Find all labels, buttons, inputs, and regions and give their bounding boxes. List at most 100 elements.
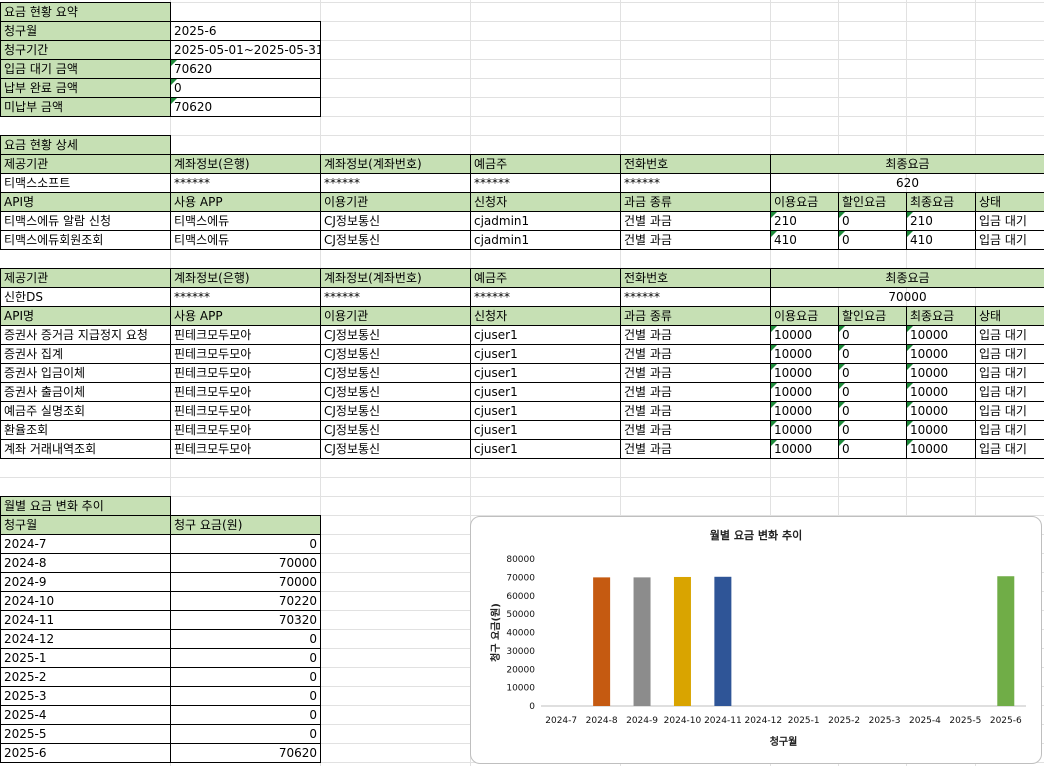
api-cell[interactable]: 10000 [770,401,839,421]
summary-title[interactable]: 요금 현황 요약 [0,2,171,22]
api-cell[interactable]: 10000 [770,344,839,364]
api-cell[interactable]: 10000 [906,401,976,421]
provider-header[interactable]: 계좌정보(은행) [170,154,321,174]
monthly-month[interactable]: 2025-2 [0,667,171,687]
api-cell[interactable]: 입금 대기 [975,325,1044,345]
api-cell[interactable]: 0 [838,211,907,231]
provider-header[interactable]: 예금주 [470,268,621,288]
api-header[interactable]: 이용기관 [320,192,471,212]
api-cell[interactable]: 예금주 실명조회 [0,401,171,421]
monthly-fee[interactable]: 70220 [170,591,321,611]
api-cell[interactable]: 증권사 입금이체 [0,363,171,383]
provider-header[interactable]: 계좌정보(계좌번호) [320,268,471,288]
api-cell[interactable]: 건별 과금 [620,363,771,383]
monthly-month[interactable]: 2024-8 [0,553,171,573]
summary-value[interactable]: 2025-05-01~2025-05-31 [170,40,321,60]
provider-header[interactable]: 예금주 [470,154,621,174]
provider-phone[interactable]: ****** [620,173,771,193]
api-cell[interactable]: 0 [838,401,907,421]
api-cell[interactable]: CJ정보통신 [320,439,471,459]
api-cell[interactable]: 건별 과금 [620,420,771,440]
api-cell[interactable]: 건별 과금 [620,382,771,402]
api-cell[interactable]: cjadmin1 [470,211,621,231]
api-cell[interactable]: cjuser1 [470,420,621,440]
api-cell[interactable]: 입금 대기 [975,363,1044,383]
api-cell[interactable]: 10000 [906,344,976,364]
monthly-fee[interactable]: 70320 [170,610,321,630]
api-cell[interactable]: 증권사 증거금 지급정지 요청 [0,325,171,345]
monthly-month[interactable]: 2024-9 [0,572,171,592]
provider-phone[interactable]: ****** [620,287,771,307]
api-cell[interactable]: 10000 [906,439,976,459]
summary-value[interactable]: 70620 [170,97,321,117]
provider-holder[interactable]: ****** [470,287,621,307]
api-cell[interactable]: 입금 대기 [975,439,1044,459]
api-header[interactable]: 할인요금 [838,306,907,326]
api-cell[interactable]: cjuser1 [470,401,621,421]
api-header[interactable]: 이용요금 [770,306,839,326]
monthly-month[interactable]: 2025-4 [0,705,171,725]
api-cell[interactable]: 입금 대기 [975,401,1044,421]
api-header[interactable]: 이용기관 [320,306,471,326]
api-cell[interactable]: CJ정보통신 [320,363,471,383]
summary-label[interactable]: 청구월 [0,21,171,41]
api-header[interactable]: 과금 종류 [620,192,771,212]
api-cell[interactable]: CJ정보통신 [320,382,471,402]
api-cell[interactable]: 티맥스에듀회원조회 [0,230,171,250]
api-cell[interactable]: CJ정보통신 [320,325,471,345]
monthly-fee[interactable]: 0 [170,686,321,706]
api-header[interactable]: 신청자 [470,306,621,326]
api-cell[interactable]: 티맥스에듀 [170,211,321,231]
api-cell[interactable]: 핀테크모두모아 [170,382,321,402]
summary-label[interactable]: 청구기간 [0,40,171,60]
api-header[interactable]: 최종요금 [906,192,976,212]
provider-name[interactable]: 신한DS [0,287,171,307]
summary-value[interactable]: 70620 [170,59,321,79]
api-cell[interactable]: CJ정보통신 [320,230,471,250]
api-cell[interactable]: 입금 대기 [975,382,1044,402]
api-cell[interactable]: 0 [838,230,907,250]
api-cell[interactable]: 건별 과금 [620,439,771,459]
api-cell[interactable]: CJ정보통신 [320,420,471,440]
api-header[interactable]: 이용요금 [770,192,839,212]
api-cell[interactable]: 10000 [906,382,976,402]
monthly-month[interactable]: 2025-6 [0,743,171,763]
api-cell[interactable]: 핀테크모두모아 [170,401,321,421]
api-header[interactable]: 상태 [975,192,1044,212]
api-cell[interactable]: 10000 [770,363,839,383]
provider-total[interactable]: 70000 [770,287,1044,307]
api-header[interactable]: 최종요금 [906,306,976,326]
provider-header[interactable]: 제공기관 [0,154,171,174]
provider-account[interactable]: ****** [320,287,471,307]
provider-name[interactable]: 티맥스소프트 [0,173,171,193]
api-cell[interactable]: 210 [770,211,839,231]
monthly-month[interactable]: 2025-5 [0,724,171,744]
monthly-month[interactable]: 2024-11 [0,610,171,630]
api-cell[interactable]: 핀테크모두모아 [170,420,321,440]
monthly-fee[interactable]: 0 [170,705,321,725]
api-cell[interactable]: 0 [838,344,907,364]
api-cell[interactable]: cjuser1 [470,439,621,459]
summary-value[interactable]: 0 [170,78,321,98]
api-cell[interactable]: 환율조회 [0,420,171,440]
api-cell[interactable]: 410 [770,230,839,250]
monthly-month[interactable]: 2025-3 [0,686,171,706]
api-cell[interactable]: 핀테크모두모아 [170,439,321,459]
api-cell[interactable]: 10000 [906,363,976,383]
api-cell[interactable]: 입금 대기 [975,420,1044,440]
api-header[interactable]: 사용 APP [170,192,321,212]
api-cell[interactable]: 계좌 거래내역조회 [0,439,171,459]
api-header[interactable]: 사용 APP [170,306,321,326]
api-cell[interactable]: 티맥스에듀 [170,230,321,250]
monthly-fee[interactable]: 0 [170,667,321,687]
api-header[interactable]: 신청자 [470,192,621,212]
api-cell[interactable]: 210 [906,211,976,231]
provider-total[interactable]: 620 [770,173,1044,193]
api-cell[interactable]: 0 [838,382,907,402]
monthly-month[interactable]: 2025-1 [0,648,171,668]
monthly-fee[interactable]: 0 [170,629,321,649]
monthly-fee[interactable]: 0 [170,648,321,668]
api-cell[interactable]: 건별 과금 [620,401,771,421]
api-cell[interactable]: 0 [838,420,907,440]
provider-header[interactable]: 계좌정보(계좌번호) [320,154,471,174]
